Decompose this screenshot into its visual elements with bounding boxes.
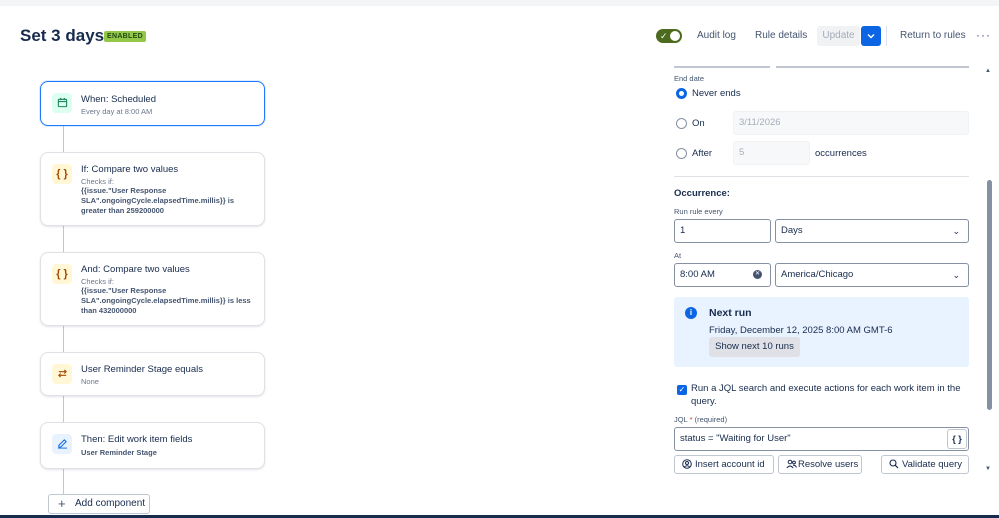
scroll-down-icon[interactable]: ▼ bbox=[985, 466, 991, 472]
swap-icon bbox=[52, 364, 72, 384]
flow-connector bbox=[63, 226, 64, 253]
scrollbar-thumb[interactable] bbox=[987, 180, 992, 410]
calendar-icon bbox=[52, 93, 72, 113]
time-value: 8:00 AM bbox=[680, 269, 715, 280]
next-run-title: Next run bbox=[709, 307, 752, 319]
info-icon: i bbox=[685, 307, 697, 319]
after-radio[interactable] bbox=[676, 148, 687, 159]
required-marker: * bbox=[687, 415, 693, 424]
occurrences-label: occurrences bbox=[815, 148, 867, 159]
check-icon: ✓ bbox=[660, 31, 668, 41]
smart-value-braces-icon[interactable]: { } bbox=[947, 429, 967, 449]
on-date-label: On bbox=[692, 118, 705, 129]
action-card[interactable]: Then: Edit work item fields User Reminde… bbox=[40, 422, 265, 469]
after-label: After bbox=[692, 148, 713, 159]
trigger-subtitle: Every day at 8:00 AM bbox=[81, 107, 153, 116]
run-every-input[interactable]: 1 bbox=[674, 219, 771, 243]
occurrence-heading: Occurrence: bbox=[674, 188, 730, 199]
condition-title: If: Compare two values bbox=[81, 164, 179, 175]
interval-unit-value: Days bbox=[781, 225, 803, 236]
condition-title: And: Compare two values bbox=[81, 264, 190, 275]
chevron-down-icon: ⌄ bbox=[952, 226, 960, 236]
flow-connector bbox=[63, 126, 64, 153]
audit-log-link[interactable]: Audit log bbox=[697, 30, 736, 41]
interval-unit-select[interactable]: Days ⌄ bbox=[775, 219, 969, 243]
scroll-up-icon[interactable]: ▲ bbox=[985, 68, 991, 74]
clear-icon[interactable]: ✕ bbox=[753, 270, 762, 279]
show-next-runs-button[interactable]: Show next 10 runs bbox=[709, 337, 800, 357]
time-input[interactable]: 8:00 AM ✕ bbox=[674, 263, 771, 287]
clipped-field-edge bbox=[776, 66, 969, 68]
section-divider bbox=[674, 176, 969, 177]
jql-checkbox-label: Run a JQL search and execute actions for… bbox=[691, 383, 961, 407]
resolve-users-label: Resolve users bbox=[798, 459, 859, 470]
edit-icon bbox=[52, 434, 72, 454]
never-ends-label: Never ends bbox=[692, 88, 741, 99]
clipped-field-edge bbox=[674, 66, 770, 68]
timezone-value: America/Chicago bbox=[781, 269, 854, 280]
on-date-radio[interactable] bbox=[676, 118, 687, 129]
enable-toggle[interactable]: ✓ bbox=[656, 29, 682, 43]
update-button[interactable]: Update bbox=[817, 26, 860, 46]
resolve-users-button[interactable]: Resolve users bbox=[778, 455, 862, 474]
trigger-card[interactable]: When: Scheduled Every day at 8:00 AM bbox=[40, 81, 265, 126]
condition-subtitle: None bbox=[81, 377, 99, 386]
jql-value: status = "Waiting for User" bbox=[680, 433, 791, 444]
flow-connector bbox=[63, 469, 64, 495]
condition-checks-label: Checks if: bbox=[81, 277, 114, 286]
jql-required: (required) bbox=[694, 415, 728, 424]
action-title: Then: Edit work item fields bbox=[81, 434, 193, 445]
user-icon bbox=[682, 456, 692, 475]
occurrences-input[interactable]: 5 bbox=[733, 141, 810, 165]
jql-checkbox[interactable]: ✓ bbox=[677, 385, 687, 395]
braces-icon: { } bbox=[52, 164, 72, 184]
more-actions-icon[interactable]: ··· bbox=[976, 28, 991, 42]
trigger-title: When: Scheduled bbox=[81, 94, 156, 105]
next-run-panel: i Next run Friday, December 12, 2025 8:0… bbox=[674, 297, 969, 367]
validate-query-button[interactable]: Validate query bbox=[881, 455, 969, 474]
update-dropdown-button[interactable] bbox=[861, 26, 881, 46]
condition-card[interactable]: { } And: Compare two values Checks if: {… bbox=[40, 252, 265, 326]
jql-label-row: JQL * (required) bbox=[674, 415, 727, 424]
validate-query-label: Validate query bbox=[902, 459, 963, 470]
jql-input[interactable]: status = "Waiting for User" { } bbox=[674, 427, 969, 451]
chevron-down-icon: ⌄ bbox=[952, 270, 960, 280]
condition-detail: {{issue."User Response SLA".ongoingCycle… bbox=[81, 286, 251, 315]
condition-title: User Reminder Stage equals bbox=[81, 364, 203, 375]
plus-icon: + bbox=[58, 496, 66, 511]
field-condition-card[interactable]: User Reminder Stage equals None bbox=[40, 352, 265, 396]
condition-card[interactable]: { } If: Compare two values Checks if: {{… bbox=[40, 152, 265, 226]
add-component-label: Add component bbox=[75, 498, 146, 509]
toggle-knob bbox=[670, 31, 680, 41]
search-icon bbox=[889, 456, 899, 475]
status-badge: ENABLED bbox=[104, 31, 146, 42]
end-date-label: End date bbox=[674, 74, 705, 83]
top-strip bbox=[0, 0, 999, 6]
condition-checks-label: Checks if: bbox=[81, 177, 114, 186]
people-icon bbox=[786, 456, 797, 475]
flow-connector bbox=[63, 396, 64, 423]
insert-account-label: Insert account id bbox=[695, 459, 765, 470]
rule-details-link[interactable]: Rule details bbox=[755, 30, 807, 41]
jql-label: JQL bbox=[674, 415, 688, 424]
at-label: At bbox=[674, 251, 682, 260]
header-separator bbox=[886, 26, 887, 46]
braces-icon: { } bbox=[52, 264, 72, 284]
never-ends-radio[interactable] bbox=[676, 88, 687, 99]
next-run-value: Friday, December 12, 2025 8:00 AM GMT-6 bbox=[709, 325, 893, 336]
page-title: Set 3 days bbox=[20, 26, 105, 45]
insert-account-id-button[interactable]: Insert account id bbox=[674, 455, 774, 474]
return-to-rules-link[interactable]: Return to rules bbox=[900, 30, 966, 41]
chevron-down-icon bbox=[867, 34, 875, 39]
condition-detail: {{issue."User Response SLA".ongoingCycle… bbox=[81, 186, 235, 215]
timezone-select[interactable]: America/Chicago ⌄ bbox=[775, 263, 969, 287]
add-component-button[interactable]: + Add component bbox=[48, 494, 150, 514]
run-every-label: Run rule every bbox=[674, 207, 723, 216]
flow-connector bbox=[63, 326, 64, 353]
end-date-input[interactable]: 3/11/2026 bbox=[733, 111, 969, 135]
action-subtitle: User Reminder Stage bbox=[81, 448, 157, 457]
